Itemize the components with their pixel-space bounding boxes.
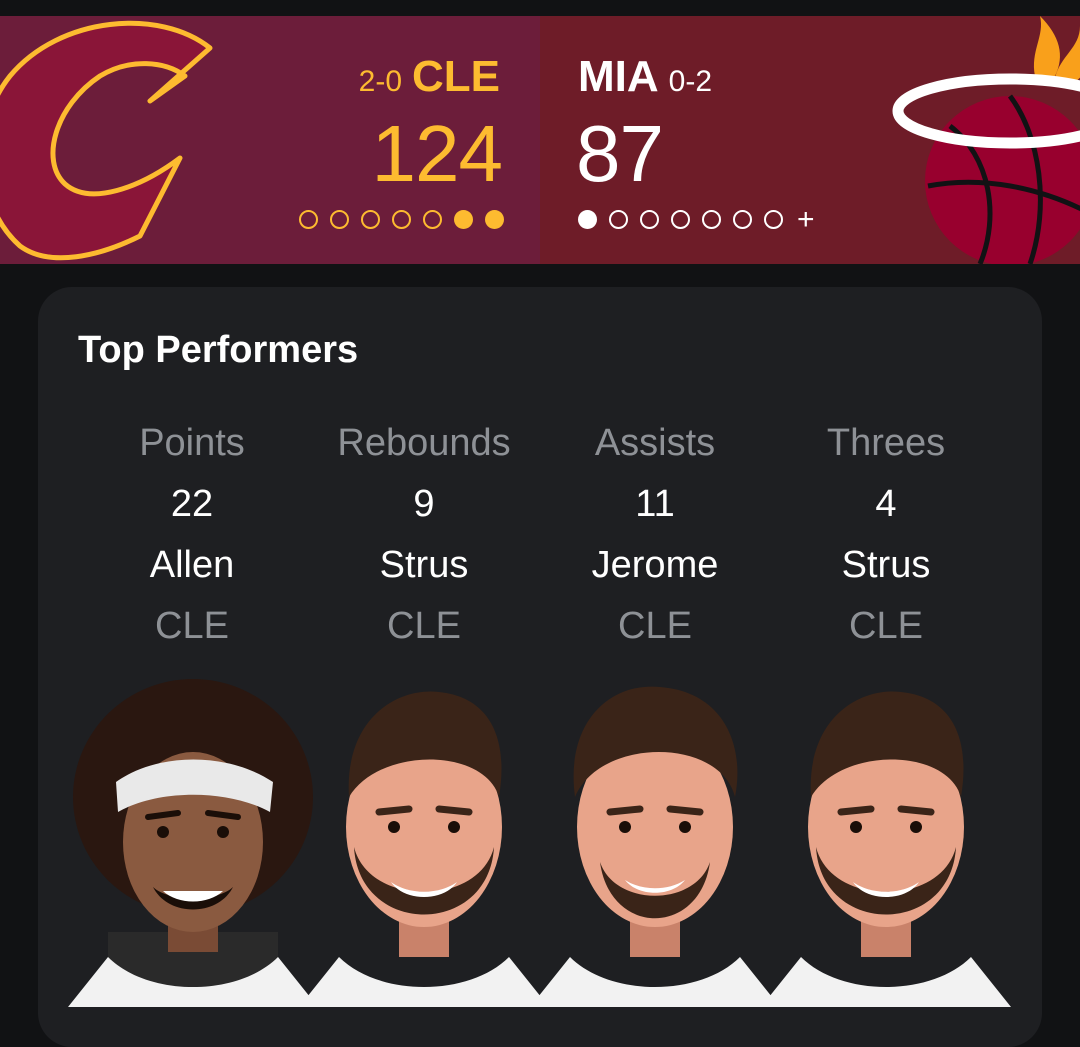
timeout-dot (609, 210, 628, 229)
timeout-dot (640, 210, 659, 229)
away-team-record: 2-0 (358, 65, 402, 98)
stat-category: Assists (594, 422, 716, 464)
player-team: CLE (155, 605, 229, 647)
timeout-dot (454, 210, 473, 229)
home-team-abbr: MIA (578, 52, 659, 101)
player-team: CLE (618, 605, 692, 647)
timeout-dot (764, 210, 783, 229)
player-name[interactable]: Jerome (540, 545, 770, 585)
player-name[interactable]: Strus (309, 545, 539, 585)
player-team: CLE (387, 605, 461, 647)
home-team-panel[interactable]: MIA 0-2 87 + (540, 16, 1080, 264)
home-team-record: 0-2 (668, 65, 713, 98)
top-performers-card: Top Performers Points 22 Allen CLE Rebou… (38, 287, 1042, 1047)
timeout-dot (330, 210, 349, 229)
player-team: CLE (849, 605, 923, 647)
timeout-dot (733, 210, 752, 229)
stat-category: Rebounds (337, 422, 511, 464)
heat-logo (892, 16, 1080, 264)
stat-column-rebounds[interactable]: Rebounds 9 Strus CLE (309, 423, 539, 646)
stat-column-assists[interactable]: Assists 11 Jerome CLE (540, 423, 770, 646)
timeout-dot (423, 210, 442, 229)
home-timeouts: + (578, 203, 815, 236)
stat-column-points[interactable]: Points 22 Allen CLE (77, 423, 307, 646)
home-team-score: 87 (576, 109, 664, 198)
cavaliers-logo (0, 20, 213, 261)
top-performers-title: Top Performers (78, 329, 359, 371)
stat-value: 4 (875, 483, 897, 525)
timeout-dot (485, 210, 504, 229)
timeout-dot (299, 210, 318, 229)
timeout-dot (361, 210, 380, 229)
away-team-panel[interactable]: 2-0 CLE 124 (0, 16, 540, 264)
timeout-dot (702, 210, 721, 229)
timeout-dot (392, 210, 411, 229)
extra-timeouts-indicator: + (797, 203, 815, 236)
player-name[interactable]: Strus (771, 545, 1001, 585)
scoreboard[interactable]: 2-0 CLE 124 MIA 0-2 87 + (0, 16, 1080, 264)
stat-value: 11 (635, 483, 675, 525)
strus-headshot[interactable] (761, 677, 1011, 1007)
home-team-header: MIA 0-2 (578, 52, 712, 102)
status-bar-strip (0, 0, 1080, 16)
away-team-abbr: CLE (412, 52, 500, 101)
stat-category: Threes (826, 422, 946, 464)
timeout-dot (671, 210, 690, 229)
player-name[interactable]: Allen (77, 545, 307, 585)
jerome-headshot[interactable] (530, 677, 780, 1007)
stat-value: 9 (413, 483, 435, 525)
away-team-score: 124 (371, 109, 503, 198)
allen-headshot[interactable] (68, 677, 318, 1007)
away-team-header: 2-0 CLE (359, 52, 500, 102)
stat-column-threes[interactable]: Threes 4 Strus CLE (771, 423, 1001, 646)
away-timeouts (299, 210, 504, 229)
strus-headshot[interactable] (299, 677, 549, 1007)
stat-category: Points (139, 422, 245, 464)
stat-value: 22 (170, 483, 214, 525)
timeout-dot (578, 210, 597, 229)
